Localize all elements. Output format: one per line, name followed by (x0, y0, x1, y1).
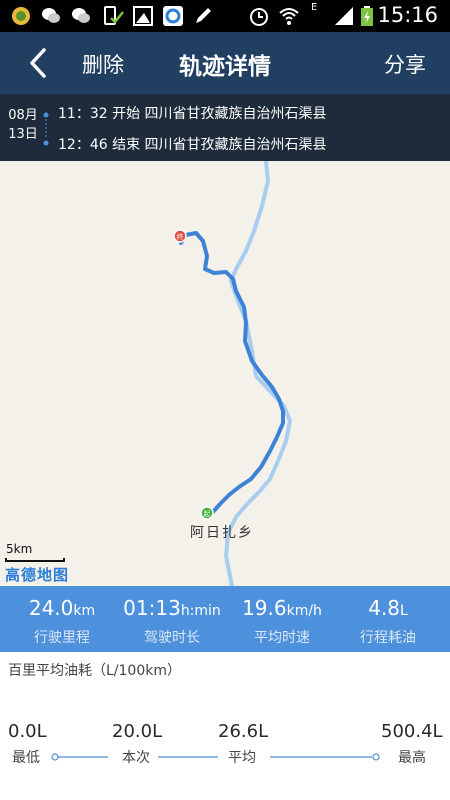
stat-duration-label: 驾驶时长 (144, 630, 200, 646)
pencil-icon (196, 8, 211, 23)
trip-info-bar: 08月 13日 11：32 开始 四川省甘孜藏族自治州石渠县 12：46 结束 … (0, 94, 450, 161)
stat-duration-unit: h:min (180, 603, 221, 619)
end-time: 12：46 (58, 137, 108, 153)
wifi-icon (279, 8, 299, 25)
timeline-connector-icon (43, 112, 49, 146)
stat-distance-unit: km (73, 603, 96, 619)
stat-avg-speed-label: 平均时速 (254, 630, 310, 646)
fuel-section-title: 百里平均油耗（L/100km） (8, 663, 181, 679)
signal-icon (335, 7, 353, 25)
stat-distance: 24.0km 行驶里程 (6, 586, 118, 652)
trip-day: 13日 (8, 127, 38, 142)
stat-duration: 01:13h:min 驾驶时长 (116, 586, 228, 652)
start-marker-icon[interactable]: 起 (200, 506, 214, 520)
image-icon (133, 6, 153, 26)
stat-fuel-unit: L (400, 603, 408, 619)
page-title: 轨迹详情 (179, 54, 271, 80)
start-time: 11：32 (58, 106, 108, 122)
status-bar: E 15:16 (0, 0, 450, 32)
start-word: 开始 (112, 106, 141, 122)
trip-month: 08月 (8, 108, 38, 123)
end-place: 四川省甘孜藏族自治州石渠县 (144, 137, 327, 153)
stat-fuel-label: 行程耗油 (360, 630, 416, 646)
end-marker-icon[interactable]: 终 (173, 229, 187, 243)
fuel-current-value: 20.0L (112, 721, 163, 742)
alarm-icon (250, 8, 268, 26)
end-word: 结束 (112, 137, 141, 153)
fuel-scale-min-dot (51, 753, 59, 761)
fuel-min-label: 最低 (12, 750, 40, 766)
stat-avg-speed-value: 19.6 (242, 596, 287, 620)
trip-start-row: 11：32 开始 四川省甘孜藏族自治州石渠县 (58, 103, 327, 123)
wechat-icon (42, 8, 60, 23)
trip-stats-bar: 24.0km 行驶里程 01:13h:min 驾驶时长 19.6km/h 平均时… (0, 586, 450, 652)
map-provider-logo: 高德地图 (5, 566, 70, 584)
share-button[interactable]: 分享 (384, 49, 426, 79)
fuel-avg-value: 26.6L (218, 721, 269, 742)
fuel-scale-max-dot (372, 753, 380, 761)
network-type: E (311, 2, 318, 13)
clock: 15:16 (377, 3, 438, 27)
download-done-icon (104, 6, 124, 25)
stat-fuel-value: 4.8 (368, 596, 400, 620)
app-notification-icon (12, 7, 30, 25)
stat-avg-speed-unit: km/h (286, 603, 322, 619)
stat-fuel: 4.8L 行程耗油 (332, 586, 444, 652)
fuel-avg-label: 平均 (228, 750, 256, 766)
fuel-max-value: 500.4L (381, 721, 443, 742)
map-scale-label: 5km (6, 542, 33, 556)
start-marker-label: 起 (204, 510, 211, 518)
start-place: 四川省甘孜藏族自治州石渠县 (144, 106, 327, 122)
end-marker-label: 终 (177, 232, 184, 241)
map-place-label: 阿日扎乡 (190, 525, 254, 541)
battery-icon (361, 6, 373, 26)
wechat-icon-2 (72, 8, 90, 23)
stat-distance-label: 行驶里程 (34, 630, 90, 646)
stat-duration-value: 01:13 (123, 596, 181, 620)
fuel-current-label: 本次 (122, 750, 150, 766)
stat-distance-value: 24.0 (28, 596, 74, 620)
trip-end-row: 12：46 结束 四川省甘孜藏族自治州石渠县 (58, 134, 327, 154)
app-circle-icon (163, 6, 183, 26)
trip-date: 08月 13日 (6, 106, 40, 144)
map-scale-bar (5, 558, 65, 562)
route-map[interactable]: 起 终 阿日扎乡 5km 高德地图 (0, 161, 450, 586)
fuel-max-label: 最高 (398, 750, 426, 766)
stat-avg-speed: 19.6km/h 平均时速 (226, 586, 338, 652)
fuel-min-value: 0.0L (8, 721, 47, 742)
app-header: 删除 轨迹详情 分享 (0, 32, 450, 94)
